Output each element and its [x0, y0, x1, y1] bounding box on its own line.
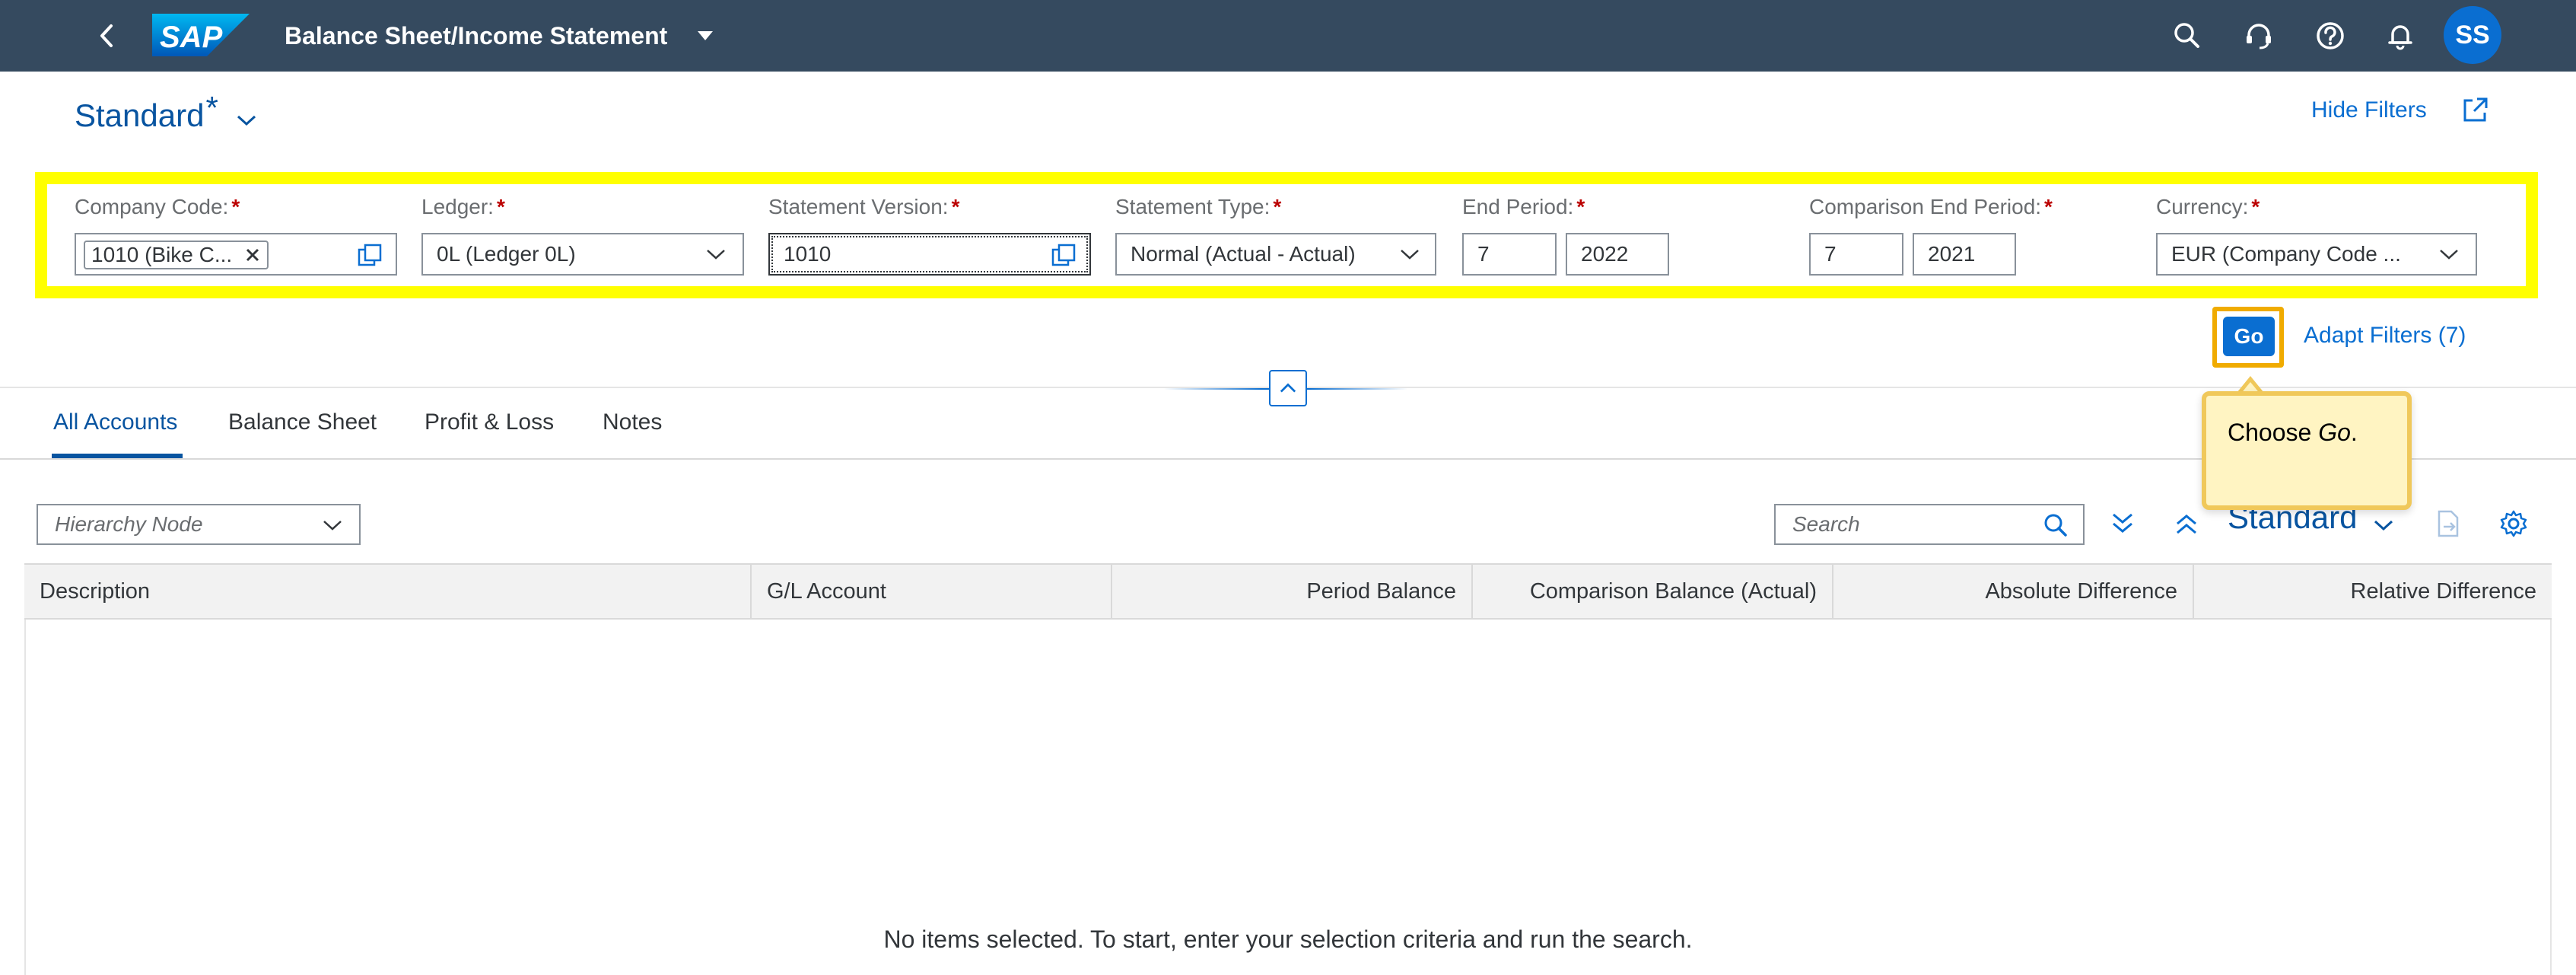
end-period-year-value: 2022 [1581, 242, 1629, 266]
search-placeholder: Search [1792, 512, 1860, 536]
column-header-relative-difference[interactable]: Relative Difference [2200, 563, 2536, 620]
comparison-end-period-year-input[interactable]: 2021 [1913, 233, 2016, 276]
currency-select[interactable]: EUR (Company Code ... [2156, 233, 2477, 276]
settings-gear-icon[interactable] [2497, 507, 2530, 540]
share-icon[interactable] [2460, 94, 2491, 125]
column-header-absolute-difference[interactable]: Absolute Difference [1840, 563, 2177, 620]
end-period-month-value: 7 [1477, 242, 1490, 266]
column-separator [750, 563, 752, 620]
shell-header: SAP Balance Sheet/Income Statement SS [0, 0, 2576, 72]
value-help-icon[interactable] [356, 242, 383, 269]
statement-type-value: Normal (Actual - Actual) [1131, 242, 1356, 266]
hide-filters-link[interactable]: Hide Filters [2311, 97, 2427, 123]
chevron-down-icon[interactable] [2372, 518, 2395, 533]
adapt-filters-button[interactable]: Adapt Filters (7) [2304, 323, 2466, 349]
tab-profit-loss[interactable]: Profit & Loss [425, 409, 554, 435]
variant-management[interactable]: Standard * [75, 90, 258, 139]
chevron-down-icon[interactable] [2438, 247, 2460, 262]
company-code-token[interactable]: 1010 (Bike C... [84, 241, 269, 269]
end-period-month-input[interactable]: 7 [1462, 233, 1557, 276]
column-separator [1471, 563, 1473, 620]
company-code-input[interactable]: 1010 (Bike C... [75, 233, 397, 276]
statement-version-label: Statement Version: * [768, 195, 960, 218]
end-period-label: End Period: * [1462, 195, 1585, 218]
comparison-end-period-month-input[interactable]: 7 [1809, 233, 1903, 276]
go-button[interactable]: Go [2223, 317, 2275, 356]
avatar[interactable]: SS [2444, 6, 2501, 64]
headset-icon[interactable] [2241, 18, 2276, 53]
search-icon[interactable] [2042, 511, 2069, 539]
currency-label: Currency: * [2156, 195, 2260, 218]
hierarchy-node-placeholder: Hierarchy Node [55, 512, 203, 536]
end-period-year-input[interactable]: 2022 [1566, 233, 1669, 276]
export-icon[interactable] [2431, 507, 2465, 540]
expand-all-icon[interactable] [2106, 507, 2139, 540]
tab-notes[interactable]: Notes [603, 409, 662, 435]
search-input[interactable]: Search [1774, 504, 2085, 545]
column-header-period-balance[interactable]: Period Balance [1118, 563, 1456, 620]
tutorial-callout [2202, 391, 2412, 510]
column-separator [2193, 563, 2194, 620]
chevron-down-icon[interactable] [321, 518, 344, 533]
notification-bell-icon[interactable] [2383, 18, 2418, 53]
sap-logo-text: SAP [160, 21, 223, 54]
chevron-down-icon[interactable] [235, 113, 258, 128]
company-code-label: Company Code: * [75, 195, 240, 218]
app-title[interactable]: Balance Sheet/Income Statement [285, 20, 667, 52]
back-icon[interactable] [90, 18, 123, 53]
chevron-down-icon[interactable] [1398, 247, 1421, 262]
chevron-down-icon[interactable] [704, 247, 727, 262]
statement-version-value: 1010 [784, 242, 832, 266]
company-code-token-text: 1010 (Bike C... [91, 243, 233, 266]
accounts-table [24, 563, 2552, 975]
tab-balance-sheet[interactable]: Balance Sheet [228, 409, 377, 435]
ledger-label: Ledger: * [421, 195, 505, 218]
statement-type-select[interactable]: Normal (Actual - Actual) [1115, 233, 1436, 276]
variant-title[interactable]: Standard [75, 97, 204, 134]
close-icon[interactable] [244, 247, 261, 263]
ledger-select[interactable]: 0L (Ledger 0L) [421, 233, 744, 276]
variant-modified-marker: * [205, 90, 218, 126]
comparison-end-period-year-value: 2021 [1928, 242, 1976, 266]
tab-bar [0, 396, 2576, 460]
statement-type-label: Statement Type: * [1115, 195, 1282, 218]
column-header-description[interactable]: Description [40, 563, 724, 620]
column-separator [1111, 563, 1112, 620]
ledger-value: 0L (Ledger 0L) [437, 242, 576, 266]
comparison-end-period-month-value: 7 [1824, 242, 1837, 266]
tab-all-accounts[interactable]: All Accounts [53, 409, 177, 435]
value-help-icon[interactable] [1050, 242, 1077, 269]
column-header-comparison-balance[interactable]: Comparison Balance (Actual) [1479, 563, 1817, 620]
active-tab-indicator [52, 454, 183, 458]
callout-text: Choose Go. [2228, 419, 2358, 446]
sap-logo[interactable]: SAP [152, 14, 250, 56]
chevron-up-icon [1280, 383, 1296, 393]
caret-down-icon[interactable] [696, 29, 714, 43]
collapse-all-icon[interactable] [2170, 507, 2203, 540]
comparison-end-period-label: Comparison End Period: * [1809, 195, 2053, 218]
no-data-message: No items selected. To start, enter your … [883, 926, 1693, 953]
search-icon[interactable] [2170, 18, 2205, 53]
column-header-gl-account[interactable]: G/L Account [767, 563, 1102, 620]
hierarchy-node-select[interactable]: Hierarchy Node [37, 504, 361, 545]
help-icon[interactable] [2313, 18, 2348, 53]
currency-value: EUR (Company Code ... [2171, 242, 2401, 266]
column-separator [1832, 563, 1833, 620]
statement-version-input[interactable]: 1010 [768, 233, 1091, 276]
